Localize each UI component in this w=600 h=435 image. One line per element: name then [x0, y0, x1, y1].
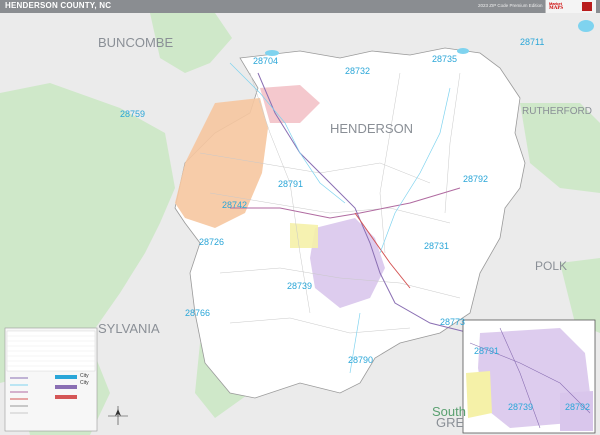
county-map: City City BUNCOMBE HENDERSON RUTHERFORD …: [0, 13, 600, 435]
county-label-rutherford: RUTHERFORD: [522, 106, 592, 117]
legend-city-label-2: City: [80, 380, 89, 386]
county-label-buncombe: BUNCOMBE: [98, 35, 173, 50]
zip-label-28731: 28731: [424, 241, 449, 251]
county-label-greenville: GRE: [436, 415, 465, 430]
zip-label-28773: 28773: [440, 317, 465, 327]
zip-label-28742: 28742: [222, 200, 247, 210]
publisher-logo: Market MAPS: [545, 0, 596, 13]
zip-area-yellow: [290, 223, 318, 248]
zip-label-28791: 28791: [278, 179, 303, 189]
county-label-polk: POLK: [535, 259, 567, 273]
zip-label-28735: 28735: [432, 54, 457, 64]
zip-label-28704: 28704: [253, 56, 278, 66]
zip-label-28726: 28726: [199, 237, 224, 247]
zip-label-28766: 28766: [185, 308, 210, 318]
inset-zip-label-28791: 28791: [474, 346, 499, 356]
edition-label: 2023 ZIP Code Premium Edition: [478, 3, 543, 8]
county-label-transylvania: SYLVANIA: [98, 321, 160, 336]
lake-northeast: [457, 48, 469, 54]
zip-label-28732: 28732: [345, 66, 370, 76]
inset-zip-label-28739: 28739: [508, 402, 533, 412]
zip-label-28711: 28711: [520, 37, 544, 47]
map-sheet: HENDERSON COUNTY, NC 2023 ZIP Code Premi…: [0, 0, 600, 435]
zip-label-28759: 28759: [120, 109, 145, 119]
title-bar: HENDERSON COUNTY, NC 2023 ZIP Code Premi…: [0, 0, 600, 13]
county-label-henderson: HENDERSON: [330, 121, 413, 136]
legend-city-label: City: [80, 373, 89, 379]
zip-label-28790: 28790: [348, 355, 373, 365]
zip-label-28739: 28739: [287, 281, 312, 291]
lake-corner: [578, 20, 594, 32]
logo-square-icon: [582, 2, 592, 11]
inset-yellow-area: [466, 371, 492, 418]
inset-zip-label-28792: 28792: [565, 402, 590, 412]
logo-text-brand: MAPS: [549, 6, 564, 11]
map-title: HENDERSON COUNTY, NC: [5, 1, 112, 10]
zip-label-28792: 28792: [463, 174, 488, 184]
